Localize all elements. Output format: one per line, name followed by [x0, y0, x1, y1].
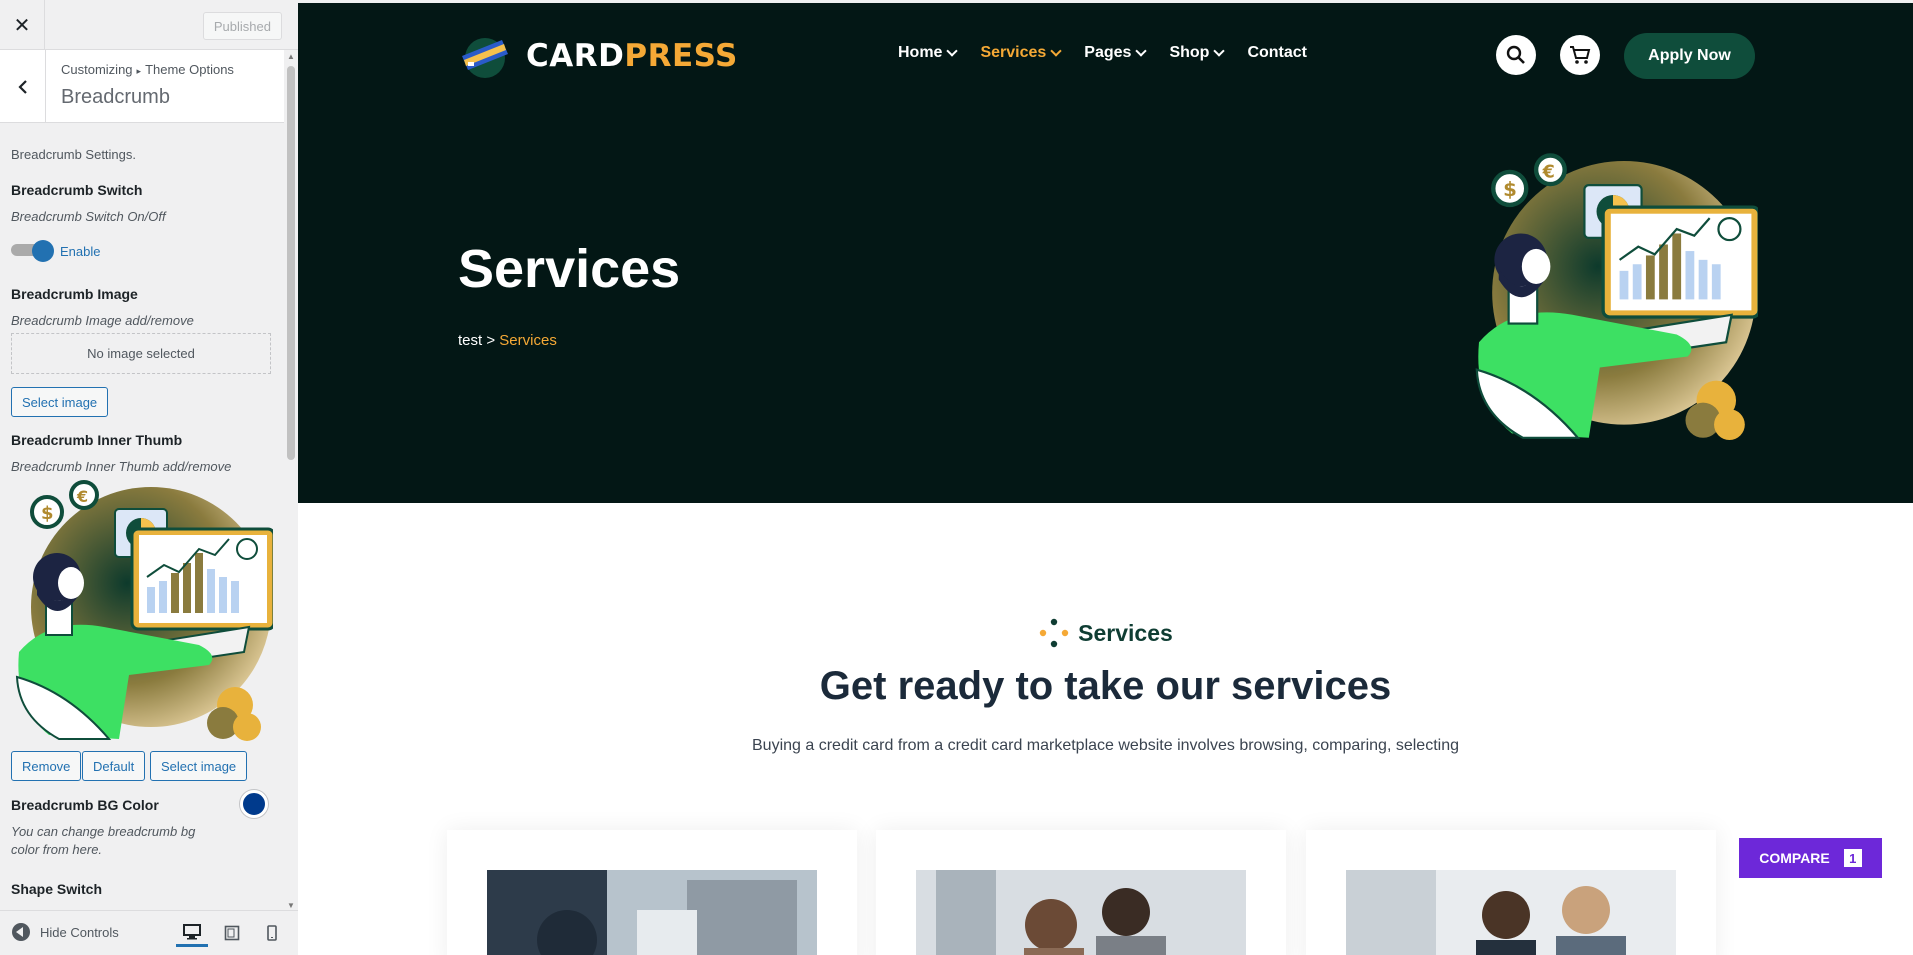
- bg-color-sub-2: color from here.: [11, 842, 103, 857]
- chevron-down-icon: [1050, 44, 1062, 57]
- dots-icon: [1039, 618, 1069, 648]
- site-logo[interactable]: CARDPRESS: [458, 32, 738, 80]
- service-card[interactable]: [876, 830, 1286, 955]
- scrollbar-thumb[interactable]: [287, 66, 295, 460]
- chevron-down-icon: [946, 44, 959, 57]
- site-preview: CARDPRESS Home Services Pages Shop Conta…: [298, 0, 1913, 955]
- back-button[interactable]: [0, 50, 46, 123]
- select-image-button-2[interactable]: Select image: [150, 751, 248, 781]
- device-switcher: [176, 919, 288, 947]
- nav-pages-label: Pages: [1084, 44, 1132, 61]
- apply-now-button[interactable]: Apply Now: [1624, 33, 1755, 79]
- nav-home[interactable]: Home: [898, 44, 959, 62]
- svg-text:$: $: [41, 503, 54, 524]
- chevron-left-icon: [17, 79, 27, 94]
- switch-sub: Breadcrumb Switch On/Off: [11, 209, 166, 224]
- thumb-label: Breadcrumb Inner Thumb: [11, 432, 183, 448]
- breadcrumb-separator-icon: ▸: [136, 66, 142, 76]
- nav-contact-label: Contact: [1247, 44, 1307, 61]
- hero-banner: CARDPRESS Home Services Pages Shop Conta…: [298, 0, 1913, 503]
- nav-shop[interactable]: Shop: [1169, 44, 1226, 62]
- compare-count-badge: 1: [1843, 849, 1862, 867]
- svg-text:€: €: [1542, 162, 1555, 182]
- breadcrumb: Customizing ▸ Theme Options: [61, 62, 234, 77]
- nav-services[interactable]: Services: [980, 44, 1062, 62]
- customizer-footer: Hide Controls: [0, 910, 298, 955]
- chevron-down-icon: [1213, 44, 1226, 57]
- default-button[interactable]: Default: [82, 751, 146, 781]
- logo-icon: [462, 38, 508, 78]
- section-description: Buying a credit card from a credit card …: [752, 737, 1459, 754]
- bg-color-picker[interactable]: [240, 790, 268, 818]
- section-title: Get ready to take our services: [819, 664, 1392, 708]
- logo-text-part1: CARD: [526, 38, 625, 74]
- chevron-down-icon: [1135, 44, 1148, 57]
- nav-services-label: Services: [980, 44, 1047, 61]
- svg-text:$: $: [1503, 178, 1517, 201]
- scrollbar[interactable]: ▲ ▼: [284, 50, 298, 910]
- main-nav: Home Services Pages Shop Contact: [898, 44, 1307, 62]
- breadcrumb-section: Theme Options: [145, 62, 234, 77]
- desktop-icon[interactable]: [176, 919, 208, 947]
- compare-button[interactable]: COMPARE 1: [1739, 838, 1882, 878]
- service-card[interactable]: [447, 830, 857, 955]
- breadcrumb-parent: Customizing: [61, 62, 133, 77]
- tablet-icon[interactable]: [216, 919, 248, 947]
- nav-pages[interactable]: Pages: [1084, 44, 1148, 62]
- section-header: Customizing ▸ Theme Options Breadcrumb: [0, 50, 284, 123]
- cart-button[interactable]: [1560, 35, 1600, 75]
- svg-text:€: €: [76, 487, 88, 506]
- compare-label: COMPARE: [1759, 850, 1830, 866]
- bg-color-sub-1: You can change breadcrumb bg: [11, 824, 196, 839]
- customizer-header: ✕ Published: [0, 0, 298, 50]
- search-button[interactable]: [1496, 35, 1536, 75]
- switch-label: Breadcrumb Switch: [11, 182, 143, 198]
- crumb-current: Services: [499, 332, 557, 349]
- page-title: Services: [458, 239, 681, 299]
- nav-contact[interactable]: Contact: [1247, 44, 1307, 62]
- scroll-up-icon[interactable]: ▲: [287, 52, 295, 61]
- section-title: Breadcrumb: [61, 86, 170, 108]
- published-button[interactable]: Published: [202, 12, 282, 40]
- settings-description: Breadcrumb Settings.: [11, 147, 137, 162]
- logo-text-part2: PRESS: [624, 38, 738, 74]
- search-icon: [1506, 45, 1525, 64]
- cart-icon: [1570, 46, 1591, 64]
- preview-top-border: [298, 0, 1913, 3]
- customizer-panel: ✕ Published Customizing ▸ Theme Options Br…: [0, 0, 298, 955]
- image-sub: Breadcrumb Image add/remove: [11, 313, 194, 328]
- select-image-button[interactable]: Select image: [11, 387, 109, 417]
- hide-controls-button[interactable]: Hide Controls: [12, 923, 119, 941]
- hero-breadcrumb: test > Services: [458, 332, 557, 349]
- service-card-image: [487, 870, 817, 955]
- nav-shop-label: Shop: [1169, 44, 1210, 61]
- nav-home-label: Home: [898, 44, 943, 61]
- close-icon[interactable]: ✕: [0, 0, 45, 50]
- section-tag: Services: [298, 617, 1913, 649]
- thumb-preview-illustration: $ €: [15, 480, 273, 741]
- logo-text: CARDPRESS: [526, 38, 738, 74]
- service-card-image: [1346, 870, 1676, 955]
- image-label: Breadcrumb Image: [11, 286, 138, 302]
- thumb-sub: Breadcrumb Inner Thumb add/remove: [11, 459, 232, 474]
- toggle-state-label: Enable: [60, 244, 101, 259]
- bg-color-label: Breadcrumb BG Color: [11, 797, 159, 813]
- collapse-icon: [12, 923, 30, 941]
- service-card-image: [916, 870, 1246, 955]
- crumb-home-link[interactable]: test: [458, 332, 482, 349]
- section-tag-label: Services: [1078, 619, 1173, 646]
- crumb-separator: >: [486, 332, 496, 349]
- shape-switch-label: Shape Switch: [11, 881, 103, 897]
- image-placeholder: No image selected: [11, 333, 271, 374]
- remove-button[interactable]: Remove: [11, 751, 82, 781]
- service-card[interactable]: [1306, 830, 1716, 955]
- toggle-knob: [32, 240, 54, 262]
- hero-illustration: $ €: [1475, 153, 1758, 440]
- scroll-down-icon[interactable]: ▼: [287, 901, 295, 910]
- hide-controls-label: Hide Controls: [40, 924, 119, 940]
- mobile-icon[interactable]: [256, 919, 288, 947]
- breadcrumb-toggle[interactable]: [11, 240, 55, 262]
